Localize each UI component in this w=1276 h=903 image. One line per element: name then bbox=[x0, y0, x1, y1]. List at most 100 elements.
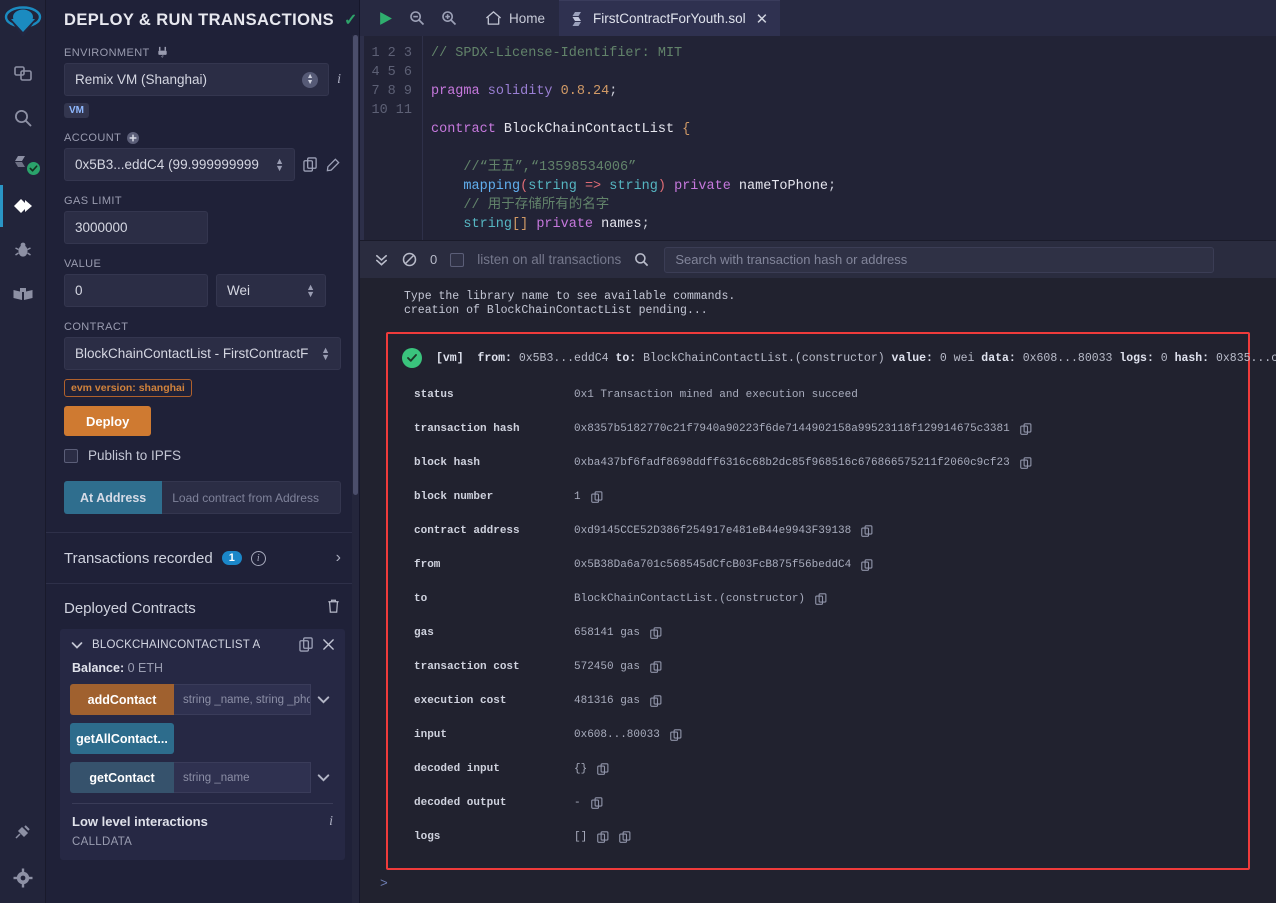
sidebar-item-deploy-run[interactable] bbox=[0, 185, 46, 227]
tx-to-label: to: bbox=[615, 351, 637, 365]
transaction-detail-row: gas 658141 gas bbox=[414, 616, 1248, 650]
transaction-summary-text: [vm] from: 0x5B3...eddC4 to: BlockChainC… bbox=[436, 352, 1276, 365]
clear-terminal-icon[interactable] bbox=[402, 252, 417, 267]
expand-args-chevron-icon[interactable] bbox=[311, 684, 335, 715]
copy-account-icon[interactable] bbox=[303, 157, 318, 172]
function-button-addcontact[interactable]: addContact bbox=[70, 684, 174, 715]
copy-icon[interactable] bbox=[861, 525, 873, 537]
value-input[interactable]: 0 bbox=[64, 274, 208, 307]
sidebar-item-file-explorer[interactable] bbox=[0, 59, 46, 89]
terminal-search-input[interactable]: Search with transaction hash or address bbox=[664, 246, 1215, 273]
copy-icon[interactable] bbox=[590, 491, 603, 503]
panel-scrollbar[interactable] bbox=[352, 35, 359, 903]
clear-deployed-contracts-icon[interactable] bbox=[326, 598, 341, 619]
transaction-success-icon bbox=[402, 348, 422, 368]
collapse-terminal-icon[interactable] bbox=[374, 252, 389, 267]
transaction-detail-text: BlockChainContactList.(constructor) bbox=[574, 593, 806, 605]
transaction-summary-row[interactable]: [vm] from: 0x5B3...eddC4 to: BlockChainC… bbox=[388, 344, 1276, 368]
transactions-expand-chevron-icon[interactable]: › bbox=[336, 549, 341, 567]
low-level-info-icon[interactable]: i bbox=[329, 814, 333, 830]
copy-icon[interactable] bbox=[1019, 457, 1032, 469]
panel-body: ENVIRONMENT Remix VM (Shanghai) ▲ ▼ i VM … bbox=[46, 46, 359, 514]
deploy-button[interactable]: Deploy bbox=[64, 406, 152, 436]
copy-icon[interactable] bbox=[590, 797, 603, 809]
deployed-contract-header[interactable]: BLOCKCHAINCONTACTLIST AT 0XD91 bbox=[70, 637, 335, 652]
transactions-info-icon[interactable]: i bbox=[250, 550, 266, 566]
tx-value-value: 0 wei bbox=[939, 351, 975, 365]
copy-icon[interactable] bbox=[1019, 423, 1032, 435]
at-address-input[interactable]: Load contract from Address bbox=[162, 481, 341, 514]
copy-icon[interactable] bbox=[815, 593, 827, 605]
tab-solidity-file-label: FirstContractForYouth.sol bbox=[593, 11, 746, 26]
code-editor[interactable]: 1 2 3 4 5 6 7 8 9 10 11 // SPDX-License-… bbox=[360, 36, 1276, 240]
function-button-getcontact[interactable]: getContact bbox=[70, 762, 174, 793]
sidebar-item-documentation[interactable] bbox=[0, 279, 46, 309]
copy-icon[interactable] bbox=[861, 559, 873, 571]
terminal-error-count: 0 bbox=[430, 252, 438, 267]
tx-logs-label: logs: bbox=[1119, 351, 1154, 365]
sidebar-item-search[interactable] bbox=[0, 103, 46, 133]
transactions-recorded-row[interactable]: Transactions recorded 1 i › bbox=[46, 533, 359, 583]
close-tab-icon[interactable]: ✕ bbox=[756, 10, 769, 28]
transaction-detail-text: 0xba437bf6fadf8698ddff6316c68b2dc85f9685… bbox=[574, 457, 1010, 469]
publish-ipfs-checkbox[interactable] bbox=[64, 448, 78, 463]
solidity-file-icon bbox=[572, 11, 582, 26]
transaction-detail-row: execution cost 481316 gas bbox=[414, 684, 1248, 718]
copy-icon[interactable] bbox=[650, 627, 662, 639]
publish-ipfs-row[interactable]: Publish to IPFS bbox=[64, 448, 341, 463]
transaction-detail-row: input 0x608...80033 bbox=[414, 718, 1248, 752]
edit-account-icon[interactable] bbox=[326, 157, 341, 172]
environment-row: Remix VM (Shanghai) ▲ ▼ i bbox=[64, 63, 341, 96]
listen-all-transactions-checkbox[interactable] bbox=[450, 252, 465, 267]
transaction-detail-text: 481316 gas bbox=[574, 695, 641, 707]
main-area: Home FirstContractForYouth.sol ✕ 1 2 3 4… bbox=[360, 0, 1276, 903]
transaction-detail-row: contract address 0xd9145CCE52D386f254917e… bbox=[414, 514, 1248, 548]
copy-icon[interactable] bbox=[670, 729, 682, 741]
terminal-input-prompt[interactable]: > bbox=[360, 870, 1276, 899]
add-account-icon[interactable] bbox=[127, 132, 140, 144]
sidebar-item-debugger[interactable] bbox=[0, 235, 46, 265]
transaction-detail-row: status 0x1 Transaction mined and executio… bbox=[414, 378, 1248, 412]
function-args-addcontact[interactable]: string _name, string _phone bbox=[174, 684, 311, 715]
close-contract-icon[interactable] bbox=[322, 638, 335, 651]
at-address-button[interactable]: At Address bbox=[64, 481, 163, 514]
transaction-detail-key: gas bbox=[414, 627, 434, 639]
contract-select[interactable]: BlockChainContactList - FirstContractF ▲… bbox=[64, 337, 341, 370]
sidebar-item-solidity-compiler[interactable] bbox=[0, 147, 46, 177]
at-address-row: At Address Load contract from Address bbox=[64, 481, 341, 514]
transaction-detail-key: contract address bbox=[414, 525, 520, 537]
collapse-chevron-down-icon[interactable] bbox=[70, 638, 84, 652]
zoom-out-icon[interactable] bbox=[409, 10, 425, 26]
plugin-manager-icon[interactable] bbox=[0, 817, 46, 847]
transaction-detail-text: 1 bbox=[574, 491, 581, 503]
transaction-detail-row: transaction hash 0x8357b5182770c21f7940a9… bbox=[414, 412, 1248, 446]
value-unit-select[interactable]: Wei ▲ ▼ bbox=[216, 274, 326, 307]
terminal-log: Type the library name to see available c… bbox=[360, 286, 1276, 326]
environment-select[interactable]: Remix VM (Shanghai) ▲ ▼ bbox=[64, 63, 330, 96]
function-button-getallcontact[interactable]: getAllContact... bbox=[70, 723, 174, 754]
zoom-in-icon[interactable] bbox=[441, 10, 457, 26]
transaction-detail-text: 572450 gas bbox=[574, 661, 641, 673]
tab-home[interactable]: Home bbox=[471, 0, 559, 36]
copy-icon[interactable] bbox=[597, 831, 609, 843]
copy-icon[interactable] bbox=[650, 661, 662, 673]
editor-code[interactable]: // SPDX-License-Identifier: MIT pragma s… bbox=[422, 36, 1276, 240]
tab-solidity-file[interactable]: FirstContractForYouth.sol ✕ bbox=[559, 0, 781, 36]
copy-icon[interactable] bbox=[619, 831, 631, 843]
gas-limit-input[interactable]: 3000000 bbox=[64, 211, 208, 244]
transaction-detail-value: - bbox=[574, 797, 603, 809]
transaction-detail-text: 0x608...80033 bbox=[574, 729, 660, 741]
copy-icon[interactable] bbox=[650, 695, 662, 707]
account-select[interactable]: 0x5B3...eddC4 (99.999999999 ▲ ▼ bbox=[64, 148, 295, 181]
terminal-search-icon[interactable] bbox=[634, 252, 649, 267]
copy-icon[interactable] bbox=[597, 763, 609, 775]
account-label: ACCOUNT bbox=[64, 132, 341, 144]
environment-info-icon[interactable]: i bbox=[337, 72, 341, 88]
gear-icon[interactable] bbox=[0, 863, 46, 893]
copy-contract-address-icon[interactable] bbox=[299, 637, 314, 652]
expand-args-chevron-icon[interactable] bbox=[311, 762, 335, 793]
tx-vm-tag: [vm] bbox=[436, 351, 464, 365]
transaction-detail-key: decoded input bbox=[414, 763, 500, 775]
run-script-icon[interactable] bbox=[378, 11, 393, 26]
function-args-getcontact[interactable]: string _name bbox=[174, 762, 311, 793]
